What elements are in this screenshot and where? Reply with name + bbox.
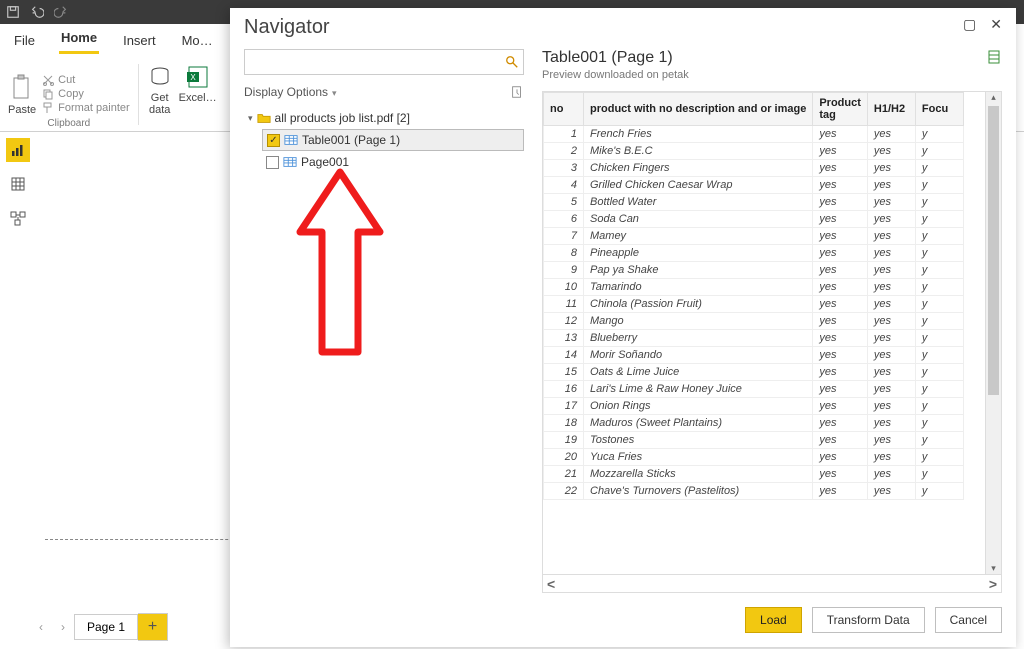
view-rail	[0, 132, 36, 230]
search-icon	[505, 55, 519, 69]
table-row[interactable]: 15Oats & Lime Juiceyesyesy	[544, 364, 964, 381]
load-button[interactable]: Load	[745, 607, 802, 633]
table-icon	[283, 156, 297, 168]
scroll-up-icon[interactable]: ▴	[986, 92, 1001, 103]
paste-label: Paste	[8, 104, 36, 116]
table-row[interactable]: 20Yuca Friesyesyesy	[544, 449, 964, 466]
getdata-label: Get data	[149, 92, 170, 116]
navigator-left-panel: Display Options ▾ all products job list.…	[244, 49, 524, 593]
display-options-dropdown[interactable]: Display Options	[244, 85, 337, 99]
tree-item-label: Page001	[301, 155, 349, 169]
table-row[interactable]: 2Mike's B.E.Cyesyesy	[544, 143, 964, 160]
folder-icon	[257, 112, 271, 124]
tree-folder-label: all products job list.pdf [2]	[275, 111, 410, 125]
format-painter-button[interactable]: Format painter	[42, 102, 130, 114]
table-row[interactable]: 11Chinola (Passion Fruit)yesyesy	[544, 296, 964, 313]
table-row[interactable]: 14Morir Soñandoyesyesy	[544, 347, 964, 364]
table-row[interactable]: 5Bottled Wateryesyesy	[544, 194, 964, 211]
scroll-right-icon[interactable]: >	[989, 576, 997, 592]
table-icon	[284, 134, 298, 146]
table-row[interactable]: 9Pap ya Shakeyesyesy	[544, 262, 964, 279]
table-row[interactable]: 16Lari's Lime & Raw Honey Juiceyesyesy	[544, 381, 964, 398]
table-row[interactable]: 3Chicken Fingersyesyesy	[544, 160, 964, 177]
column-header[interactable]: no	[544, 93, 584, 126]
preview-grid[interactable]: noproduct with no description and or ima…	[542, 91, 1002, 575]
copy-button[interactable]: Copy	[42, 88, 130, 100]
column-header[interactable]: Focu	[915, 93, 963, 126]
table-row[interactable]: 21Mozzarella Sticksyesyesy	[544, 466, 964, 483]
preview-title: Table001 (Page 1)	[542, 49, 689, 67]
table-row[interactable]: 8Pineappleyesyesy	[544, 245, 964, 262]
table-row[interactable]: 13Blueberryyesyesy	[544, 330, 964, 347]
page-next[interactable]: ›	[52, 620, 74, 634]
checkbox[interactable]	[266, 156, 279, 169]
horizontal-scrollbar[interactable]: < >	[542, 575, 1002, 593]
group-clipboard: Clipboard	[47, 118, 90, 129]
format-label: Format painter	[58, 102, 130, 114]
navigator-preview-panel: Table001 (Page 1) Preview downloaded on …	[542, 49, 1002, 593]
table-row[interactable]: 12Mangoyesyesy	[544, 313, 964, 330]
scroll-left-icon[interactable]: <	[547, 576, 555, 592]
model-view-icon[interactable]	[6, 206, 30, 230]
maximize-icon[interactable]: ▢	[963, 16, 976, 39]
cut-label: Cut	[58, 74, 75, 86]
search-input[interactable]	[249, 54, 505, 70]
paste-button[interactable]: Paste	[8, 74, 36, 116]
page-tabs: ‹ › Page 1 +	[30, 613, 168, 641]
refresh-icon[interactable]	[510, 85, 524, 99]
add-page-button[interactable]: +	[138, 613, 168, 641]
tab-insert[interactable]: Insert	[121, 29, 158, 54]
table-row[interactable]: 10Tamarindoyesyesy	[544, 279, 964, 296]
tree-folder[interactable]: ▾ all products job list.pdf [2]	[244, 107, 524, 129]
cut-button[interactable]: Cut	[42, 74, 130, 86]
scrollbar-thumb[interactable]	[988, 106, 999, 395]
column-header[interactable]: Product tag	[813, 93, 868, 126]
undo-icon[interactable]	[30, 5, 44, 19]
close-icon[interactable]: ✕	[990, 16, 1002, 39]
preview-options-icon[interactable]	[986, 49, 1002, 65]
scroll-down-icon[interactable]: ▾	[986, 563, 1001, 574]
transform-data-button[interactable]: Transform Data	[812, 607, 925, 633]
table-row[interactable]: 19Tostonesyesyesy	[544, 432, 964, 449]
tab-home[interactable]: Home	[59, 26, 99, 54]
cancel-button[interactable]: Cancel	[935, 607, 1002, 633]
tree-item-label: Table001 (Page 1)	[302, 133, 400, 147]
table-row[interactable]: 17Onion Ringsyesyesy	[544, 398, 964, 415]
save-icon[interactable]	[6, 5, 20, 19]
excel-button[interactable]: X Excel…	[179, 64, 217, 104]
tree-item[interactable]: ✓ Table001 (Page 1)	[262, 129, 524, 151]
table-row[interactable]: 7Mameyyesyesy	[544, 228, 964, 245]
copy-label: Copy	[58, 88, 84, 100]
page-prev[interactable]: ‹	[30, 620, 52, 634]
tree-item[interactable]: Page001	[262, 151, 524, 173]
table-row[interactable]: 18Maduros (Sweet Plantains)yesyesy	[544, 415, 964, 432]
preview-subtitle: Preview downloaded on petak	[542, 69, 689, 81]
excel-label: Excel…	[179, 92, 217, 104]
page-tab-1[interactable]: Page 1	[74, 614, 138, 640]
table-row[interactable]: 1French Friesyesyesy	[544, 126, 964, 143]
data-view-icon[interactable]	[6, 172, 30, 196]
navigator-tree: ▾ all products job list.pdf [2] ✓ Table00…	[244, 107, 524, 173]
table-row[interactable]: 6Soda Canyesyesy	[544, 211, 964, 228]
report-view-icon[interactable]	[6, 138, 30, 162]
get-data-button[interactable]: Get data	[147, 64, 173, 116]
tab-modeling[interactable]: Mo…	[180, 29, 215, 54]
redo-icon[interactable]	[54, 5, 68, 19]
navigator-footer: Load Transform Data Cancel	[230, 593, 1016, 647]
vertical-scrollbar[interactable]: ▴ ▾	[985, 92, 1001, 574]
checkbox[interactable]: ✓	[267, 134, 280, 147]
table-row[interactable]: 22Chave's Turnovers (Pastelitos)yesyesy	[544, 483, 964, 500]
table-row[interactable]: 4Grilled Chicken Caesar Wrapyesyesy	[544, 177, 964, 194]
navigator-search[interactable]	[244, 49, 524, 75]
navigator-dialog: Navigator ▢ ✕ Display Options ▾ all prod…	[230, 8, 1016, 647]
tab-file[interactable]: File	[12, 29, 37, 54]
navigator-title: Navigator	[244, 16, 330, 39]
svg-text:X: X	[190, 73, 196, 82]
column-header[interactable]: H1/H2	[867, 93, 915, 126]
column-header[interactable]: product with no description and or image	[584, 93, 813, 126]
